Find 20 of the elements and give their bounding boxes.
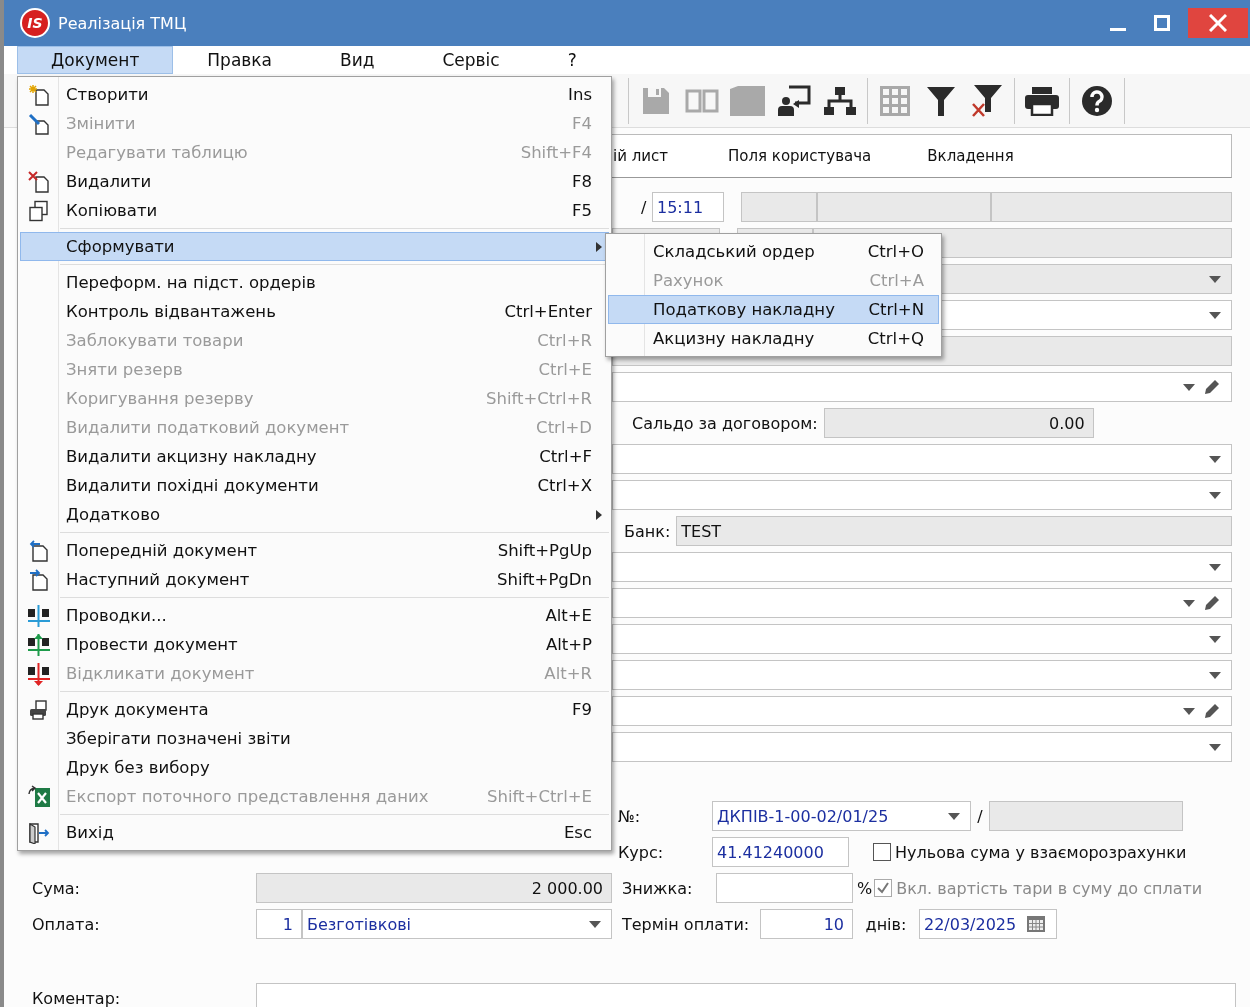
percent-label: % <box>857 878 873 898</box>
separator-slash: / <box>641 196 648 219</box>
checkbox-label: Нульова сума у взаєморозрахунки <box>895 842 1187 862</box>
app-logo: IS <box>20 8 50 38</box>
bank-field: TEST <box>676 516 1232 546</box>
field-label: Оплата: <box>31 914 101 934</box>
balance-field: 0.00 <box>823 408 1094 438</box>
field-label: №: <box>618 806 642 826</box>
field-label: днів: <box>864 914 908 934</box>
field-label: Банк: <box>623 520 672 543</box>
field-label: Курс: <box>618 842 665 862</box>
field-label: Коментар: <box>31 988 122 1007</box>
separator-slash: / <box>976 806 984 826</box>
field-label: Сальдо за договором: <box>631 412 819 435</box>
field-label: Термін оплати: <box>622 914 751 934</box>
field-label: Сума: <box>31 878 81 898</box>
checkbox-label: Вкл. вартість тари в суму до сплати <box>896 878 1203 898</box>
window-title: Реалізація ТМЦ <box>58 13 187 33</box>
field-label: Знижка: <box>622 878 694 898</box>
sum-field: 2 000.00 <box>256 873 612 903</box>
